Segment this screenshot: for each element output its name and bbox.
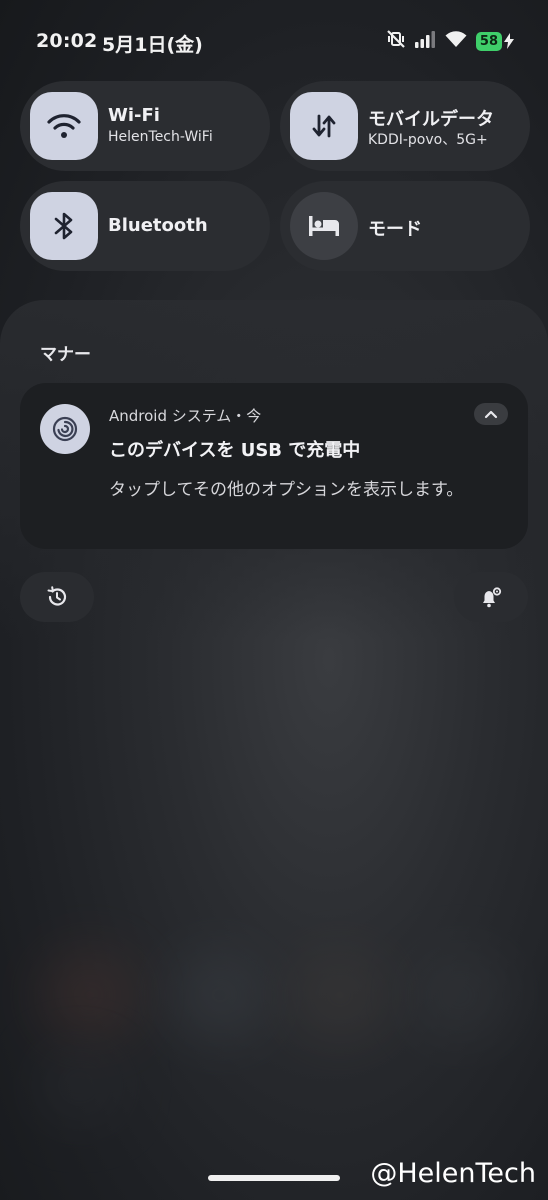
background-blur [40,950,140,1040]
mobile-data-icon [312,114,336,138]
tile-wifi[interactable]: Wi-Fi HelenTech-WiFi [20,81,270,171]
notification-body: タップしてその他のオプションを表示します。 [109,480,464,500]
background-blur [290,950,390,1040]
status-icons: 58 [386,29,514,53]
background-blur [170,950,270,1040]
notification-app-header: Android システム・今 [109,407,262,425]
notification-app-icon [40,404,90,454]
tile-mobile-data-subtitle: KDDI-povo、5G+ [368,132,488,148]
tile-bluetooth-icon-box[interactable] [30,192,98,260]
tile-mode-title: モード [368,219,422,240]
tile-wifi-icon-box[interactable] [30,92,98,160]
wifi-icon [47,114,81,138]
notification-expand-button[interactable] [474,403,508,425]
bed-icon [309,216,339,236]
android-system-swirl-icon [52,416,78,442]
tile-bluetooth[interactable]: Bluetooth [20,181,270,271]
battery-icon: 58 [475,31,514,51]
tile-mobile-data-icon-box[interactable] [290,92,358,160]
tile-bluetooth-title: Bluetooth [108,215,208,236]
chevron-up-icon [484,410,498,419]
home-indicator[interactable] [208,1175,340,1181]
tile-wifi-title: Wi-Fi [108,105,160,126]
notification-settings-button[interactable] [454,572,528,622]
status-time: 20:02 [36,30,98,52]
background-blur [40,1050,120,1120]
status-bar: 20:02 5月1日(金) 58 [0,0,548,82]
section-title: マナー [40,345,91,365]
tile-wifi-subtitle: HelenTech-WiFi [108,129,213,145]
watermark: @HelenTech [370,1158,536,1189]
notification-title: このデバイスを USB で充電中 [109,440,361,461]
bluetooth-icon [54,212,73,240]
history-icon [47,586,67,606]
tile-mobile-data-title: モバイルデータ [368,109,494,130]
notification-settings-icon [483,587,502,608]
notification-card[interactable]: Android システム・今 このデバイスを USB で充電中 タップしてその他… [20,383,528,549]
tile-mobile-data[interactable]: モバイルデータ KDDI-povo、5G+ [280,81,530,171]
battery-level: 58 [475,31,502,51]
status-date: 5月1日(金) [102,34,203,56]
vibrate-off-icon [386,29,406,53]
wifi-icon [444,29,468,53]
signal-icon [414,29,436,53]
notification-history-button[interactable] [20,572,94,622]
background-blur [410,950,510,1040]
tile-mode[interactable]: モード [280,181,530,271]
tile-mode-icon-box[interactable] [290,192,358,260]
charging-bolt-icon [504,33,514,49]
